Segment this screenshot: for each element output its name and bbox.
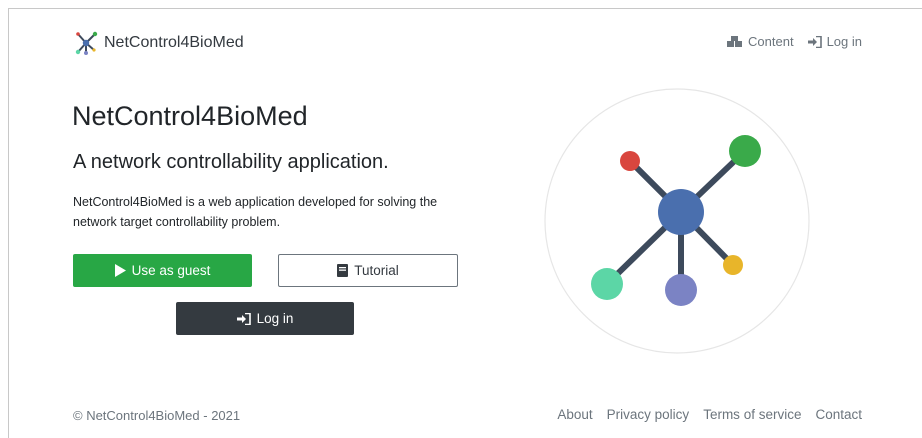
login-label: Log in	[256, 311, 294, 326]
footer-copyright: © NetControl4BioMed - 2021	[73, 408, 241, 423]
tutorial-button[interactable]: Tutorial	[278, 254, 458, 287]
sign-in-icon	[236, 312, 251, 325]
network-illustration	[544, 88, 810, 354]
boxes-icon	[727, 35, 743, 48]
brand-name: NetControl4BioMed	[104, 34, 244, 51]
use-as-guest-button[interactable]: Use as guest	[73, 254, 252, 287]
footer-about-link[interactable]: About	[557, 407, 592, 422]
footer-contact-link[interactable]: Contact	[815, 407, 862, 422]
footer-links: About Privacy policy Terms of service Co…	[557, 407, 862, 422]
page-subtitle: A network controllability application.	[73, 151, 389, 173]
brand-link[interactable]: NetControl4BioMed	[74, 30, 244, 56]
nav-content-label: Content	[748, 34, 794, 49]
login-button[interactable]: Log in	[176, 302, 354, 335]
footer-terms-link[interactable]: Terms of service	[703, 407, 801, 422]
footer-privacy-link[interactable]: Privacy policy	[607, 407, 690, 422]
nav-login-label: Log in	[826, 34, 862, 49]
sign-in-icon	[807, 35, 822, 48]
book-icon	[337, 264, 349, 277]
nav-login-link[interactable]: Log in	[807, 34, 862, 49]
page-description: NetControl4BioMed is a web application d…	[73, 195, 438, 229]
play-icon	[114, 264, 126, 277]
network-logo-icon	[74, 31, 98, 55]
page-title: NetControl4BioMed	[72, 101, 308, 131]
nav-content-link[interactable]: Content	[727, 34, 794, 49]
use-as-guest-label: Use as guest	[131, 263, 211, 278]
navbar-links: Content Log in	[727, 34, 862, 49]
tutorial-label: Tutorial	[354, 263, 399, 278]
